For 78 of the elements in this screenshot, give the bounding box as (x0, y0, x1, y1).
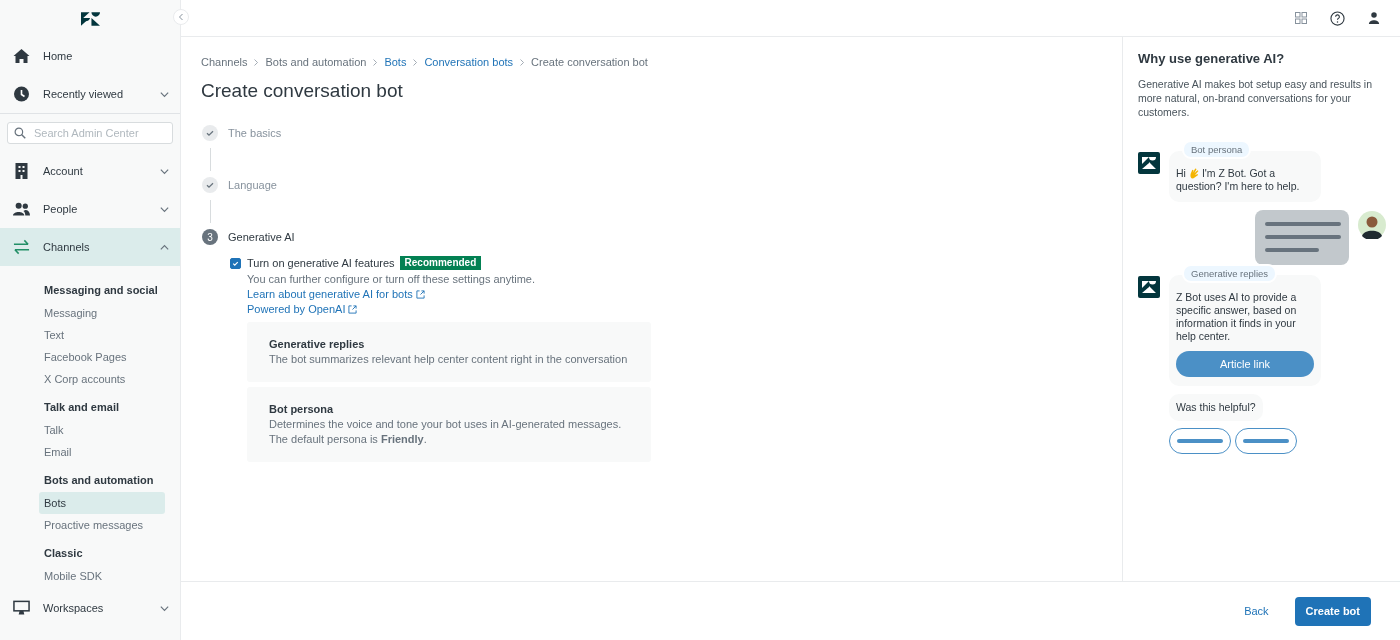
subnav-item[interactable]: Mobile SDK (39, 565, 165, 587)
help-icon[interactable] (1330, 10, 1345, 26)
checkbox[interactable] (230, 257, 241, 269)
panel-title: Why use generative AI? (1138, 50, 1286, 68)
people-icon (13, 201, 30, 217)
chevron-icon (372, 57, 379, 67)
message-text: Z Bot uses AI to provide a specific answer, based on information it finds in your help center. (1176, 291, 1298, 343)
chevron-icon (253, 57, 260, 67)
chat-tag: Bot persona (1182, 140, 1252, 159)
external-link[interactable]: Learn about generative AI for bots (247, 287, 425, 302)
nav-item[interactable]: People (0, 190, 180, 228)
recommended-badge: Recommended (399, 256, 482, 270)
chat-bubble: Was this helpful? (1169, 394, 1263, 421)
nav-item[interactable]: Channels (0, 228, 180, 266)
search-icon (14, 127, 26, 139)
breadcrumb-item: Bots and automation (265, 56, 367, 68)
nav-item[interactable]: Recently viewed (0, 75, 180, 113)
nav-item[interactable]: Home (0, 37, 180, 75)
group-heading: Classic (43, 546, 84, 561)
breadcrumb-item: Create conversation bot (531, 56, 648, 68)
bot-logo-icon (1138, 276, 1160, 298)
subnav-item[interactable]: X Corp accounts (39, 368, 165, 390)
reply-option-drawing[interactable] (1169, 428, 1231, 454)
external-link[interactable]: Powered by OpenAI (247, 302, 358, 317)
breadcrumb-link[interactable]: Bots (384, 56, 407, 68)
breadcrumb-link[interactable]: Conversation bots (424, 56, 514, 68)
user-icon[interactable] (1368, 12, 1380, 24)
building-icon (13, 163, 30, 179)
waving-hand-icon (1187, 167, 1200, 180)
subnav-item[interactable]: Text (39, 324, 165, 346)
subnav-item[interactable]: Messaging (39, 302, 165, 324)
monitor-icon (13, 600, 30, 616)
bot-logo-icon (1138, 152, 1160, 174)
card-description: The default persona is Friendly. (269, 432, 428, 447)
home-icon (13, 48, 30, 64)
reply-option-drawing[interactable] (1235, 428, 1297, 454)
chevron-icon (412, 57, 419, 67)
card-description: Determines the voice and tone your bot uses in AI-generated messages. (269, 417, 623, 432)
message-text: I'm Z Bot. Got a (1201, 167, 1276, 180)
clock-icon (13, 86, 30, 102)
step-label: Generative AI (228, 231, 295, 243)
avatar-icon (1358, 211, 1386, 239)
back-link[interactable]: Back (1244, 605, 1269, 617)
hint-text: You can further configure or turn off these settings anytime. (247, 272, 536, 286)
step-label: The basics (228, 127, 282, 139)
nav-item[interactable]: Account (0, 152, 180, 190)
nav-item[interactable]: Workspaces (0, 589, 180, 627)
message-text: question? I'm here to help. (1176, 180, 1300, 193)
group-heading: Talk and email (43, 400, 120, 415)
logo-icon[interactable] (80, 11, 100, 26)
page-title: Create conversation bot (201, 80, 404, 102)
chevron-icon (519, 57, 526, 67)
search-field[interactable]: Search Admin Center (7, 122, 173, 144)
create-bot-button[interactable]: Create bot (1294, 596, 1371, 626)
article-link-button[interactable]: Article link (1176, 351, 1314, 377)
step-number: 3 (202, 229, 218, 245)
grid-icon[interactable] (1295, 12, 1307, 24)
card-title: Generative replies (269, 337, 366, 351)
subnav-item[interactable]: Talk (39, 419, 165, 441)
arrows-icon (13, 239, 30, 255)
panel-text: Generative AI makes bot setup easy and results in more natural, on-brand conversations for your customers. (1138, 77, 1374, 119)
card-description: The bot summarizes relevant help center content right in the conversation (269, 352, 629, 367)
subnav-item[interactable]: Bots (39, 492, 165, 514)
step-check-icon (202, 177, 218, 193)
subnav-item[interactable]: Proactive messages (39, 514, 165, 536)
breadcrumb-item: Channels (201, 56, 248, 68)
step-check-icon (202, 125, 218, 141)
external-link-icon (348, 305, 358, 314)
greeting-text: Hi (1176, 167, 1186, 180)
group-heading: Messaging and social (43, 283, 159, 298)
chat-tag: Generative replies (1182, 264, 1278, 283)
card-title: Bot persona (269, 402, 335, 416)
group-heading: Bots and automation (43, 473, 155, 488)
step-label: Language (228, 179, 277, 191)
subnav-item[interactable]: Email (39, 441, 165, 463)
subnav-item[interactable]: Facebook Pages (39, 346, 165, 368)
checkbox-label[interactable]: Turn on generative AI features (247, 257, 395, 269)
external-link-icon (415, 290, 425, 299)
